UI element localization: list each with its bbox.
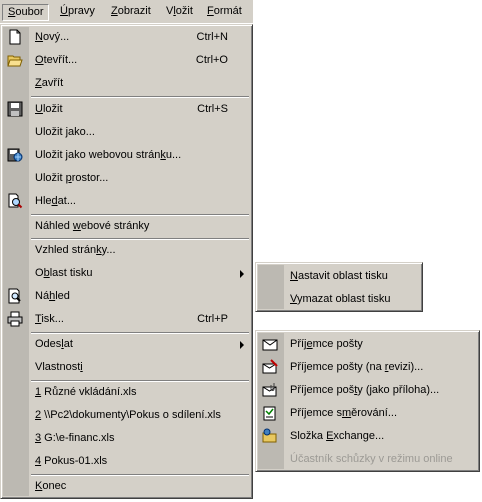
menu-item-otevrit[interactable]: Otevřít... Ctrl+O	[3, 49, 250, 71]
routing-slip-icon	[262, 405, 278, 421]
menu-item-prijemce-revize[interactable]: Příjemce pošty (na revizi)...	[258, 356, 477, 378]
file-menu: Nový... Ctrl+N Otevřít... Ctrl+O Zavřít …	[0, 24, 253, 499]
send-submenu: Příjemce pošty Příjemce pošty (na revizi…	[255, 330, 480, 472]
print-preview-icon	[7, 288, 23, 304]
recent-file-4[interactable]: 4 Pokus-01.xls	[3, 450, 250, 472]
menu-item-novy[interactable]: Nový... Ctrl+N	[3, 26, 250, 48]
search-icon	[7, 193, 23, 209]
printer-icon	[7, 311, 23, 327]
menu-item-prijemce-smerovani[interactable]: Příjemce směrování...	[258, 402, 477, 424]
menu-item-vlastnosti[interactable]: Vlastnosti	[3, 356, 250, 378]
menu-item-ucastnik-schuzky: Účastník schůzky v režimu online	[290, 453, 453, 465]
print-area-submenu: Nastavit oblast tisku Vymazat oblast tis…	[255, 262, 423, 312]
menu-item-prijemce-priloha[interactable]: Příjemce pošty (jako příloha)...	[258, 379, 477, 401]
menu-vlozit[interactable]: Vložit	[161, 4, 198, 21]
menu-item-nahled-web[interactable]: Náhled webové stránky	[3, 215, 250, 237]
open-folder-icon	[7, 52, 23, 68]
menu-format[interactable]: Formát	[202, 4, 247, 21]
menu-item-vzhled-stranky[interactable]: Vzhled stránky...	[3, 239, 250, 261]
mail-attachment-icon	[262, 382, 278, 398]
shortcut: Ctrl+N	[196, 31, 228, 43]
recent-file-3[interactable]: 3 G:\e-financ.xls	[3, 427, 250, 449]
menu-item-hledat[interactable]: Hledat...	[3, 190, 250, 212]
menu-item-odeslat[interactable]: Odeslat	[3, 333, 250, 355]
shortcut: Ctrl+O	[195, 54, 228, 66]
menu-item-ulozit-web[interactable]: Uložit jako webovou stránku...	[3, 144, 250, 166]
save-disk-icon	[7, 101, 23, 117]
menu-item-nahled[interactable]: Náhled	[3, 285, 250, 307]
mail-review-icon	[262, 359, 278, 375]
menu-item-ulozit-prostor[interactable]: Uložit prostor...	[3, 167, 250, 189]
menu-item-slozka-exchange[interactable]: Složka Exchange...	[258, 425, 477, 447]
menu-item-oblast-tisku[interactable]: Oblast tisku	[3, 262, 250, 284]
menu-soubor[interactable]: Soubor	[2, 4, 50, 21]
menu-item-ulozit[interactable]: Uložit Ctrl+S	[3, 98, 250, 120]
save-web-icon	[7, 147, 23, 163]
menu-zobrazit[interactable]: Zobrazit	[106, 4, 156, 21]
menu-bar: Soubor Úpravy Zobrazit Vložit Formát	[0, 0, 253, 24]
recent-file-2[interactable]: 2 \\Pc2\dokumenty\Pokus o sdílení.xls	[3, 404, 250, 426]
menu-item-prijemce-posty[interactable]: Příjemce pošty	[258, 333, 477, 355]
exchange-folder-icon	[262, 428, 278, 444]
new-document-icon	[7, 29, 23, 45]
menu-item-nastavit-oblast[interactable]: Nastavit oblast tisku	[258, 265, 420, 287]
shortcut: Ctrl+P	[197, 313, 228, 325]
menu-item-zavrit[interactable]: Zavřít	[3, 72, 250, 94]
menu-item-vymazat-oblast[interactable]: Vymazat oblast tisku	[258, 288, 420, 310]
submenu-arrow-icon	[240, 270, 244, 278]
menu-item-ulozit-jako[interactable]: Uložit jako...	[3, 121, 250, 143]
menu-upravy[interactable]: Úpravy	[55, 4, 100, 21]
menu-item-konec[interactable]: Konec	[3, 475, 250, 497]
mail-recipient-icon	[262, 336, 278, 352]
submenu-arrow-icon	[240, 341, 244, 349]
shortcut: Ctrl+S	[197, 103, 228, 115]
recent-file-1[interactable]: 1 Různé vkládání.xls	[3, 381, 250, 403]
menu-item-tisk[interactable]: Tisk... Ctrl+P	[3, 308, 250, 330]
